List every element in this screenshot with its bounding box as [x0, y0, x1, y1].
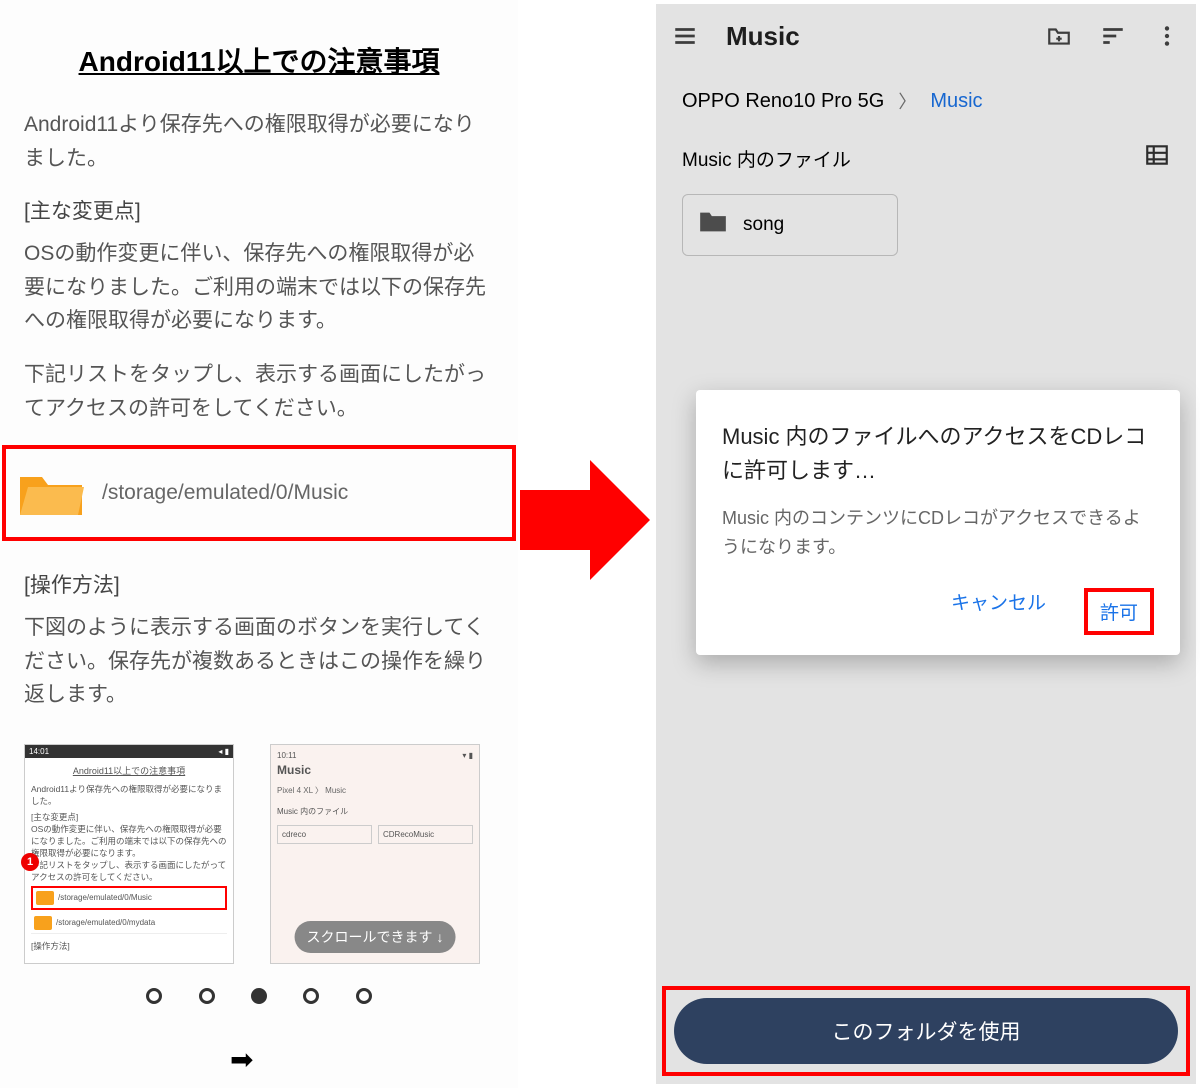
dot-5[interactable]: [356, 988, 372, 1004]
scroll-hint: スクロールできます ↓: [295, 921, 456, 953]
permission-dialog: Music 内のファイルへのアクセスをCDレコに許可します… Music 内のコ…: [696, 390, 1180, 655]
thumbnail-step-2: 10:11▾ ▮ Music Pixel 4 XL 〉 Music Music …: [270, 744, 480, 964]
use-folder-button[interactable]: このフォルダを使用: [674, 998, 1178, 1064]
page-indicator[interactable]: [24, 988, 494, 1009]
use-folder-highlight: このフォルダを使用: [662, 986, 1190, 1076]
thumbnail-row: 1 14:01◂ ▮ Android11以上での注意事項 Android11より…: [24, 744, 494, 964]
howto-heading: [操作方法]: [24, 569, 494, 599]
instructions-pane: Android11以上での注意事項 Android11より保存先への権限取得が必…: [0, 0, 518, 1088]
thumbnail-step-1: 1 14:01◂ ▮ Android11以上での注意事項 Android11より…: [24, 744, 234, 964]
cancel-button[interactable]: キャンセル: [951, 588, 1046, 635]
step-badge-1: 1: [21, 853, 39, 871]
dot-1[interactable]: [146, 988, 162, 1004]
storage-path-item[interactable]: /storage/emulated/0/Music: [2, 445, 516, 541]
intro-text: Android11より保存先への権限取得が必要になりました。: [24, 108, 494, 175]
allow-button[interactable]: 許可: [1084, 588, 1154, 635]
dot-3[interactable]: [251, 988, 267, 1004]
big-arrow-icon: [520, 455, 650, 585]
changes-heading: [主な変更点]: [24, 195, 494, 225]
storage-path-text: /storage/emulated/0/Music: [102, 481, 348, 505]
arrow-right-icon: ➡: [230, 1043, 253, 1076]
folder-open-icon: [18, 467, 84, 519]
dot-2[interactable]: [199, 988, 215, 1004]
changes-para-2: 下記リストをタップし、表示する画面にしたがってアクセスの許可をしてください。: [24, 358, 494, 425]
dot-4[interactable]: [303, 988, 319, 1004]
dialog-title: Music 内のファイルへのアクセスをCDレコに許可します…: [722, 420, 1154, 488]
file-picker-pane: Music OPPO Reno10 Pro 5G 〉 Music Music 内…: [652, 0, 1200, 1088]
howto-body: 下図のように表示する画面のボタンを実行してください。保存先が複数あるときはこの操…: [24, 611, 494, 712]
dialog-body: Music 内のコンテンツにCDレコがアクセスできるようになります。: [722, 504, 1154, 562]
page-title: Android11以上での注意事項: [24, 40, 494, 80]
changes-para-1: OSの動作変更に伴い、保存先への権限取得が必要になりました。ご利用の端末では以下…: [24, 237, 494, 338]
